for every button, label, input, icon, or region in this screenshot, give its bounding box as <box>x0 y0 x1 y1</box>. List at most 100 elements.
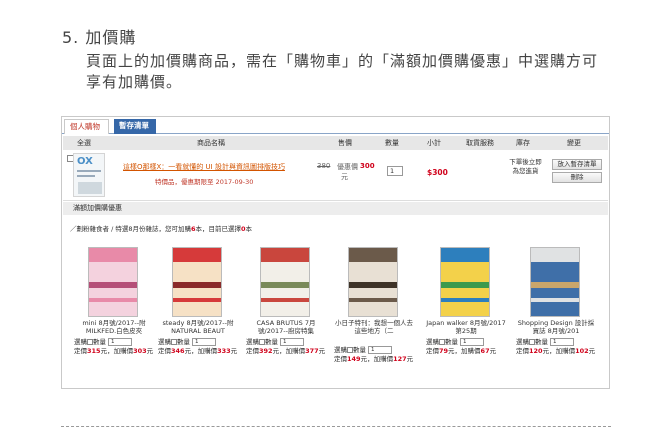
qty-label: 數量 <box>445 338 458 346</box>
addon-select-checkbox[interactable] <box>439 339 445 345</box>
cart-screenshot: 個人購物車 暫存清單 全選 商品名稱 售價 數量 小計 取貨服務 庫存 變更 O… <box>61 116 610 389</box>
step-description: 頁面上的加價購商品，需在「購物車」的「滿額加價購優惠」中選購方可享有加購價。 <box>86 52 599 91</box>
addon-price: 377 <box>305 347 319 355</box>
addon-price: 127 <box>393 355 407 363</box>
table-header: 全選 商品名稱 售價 數量 小計 取貨服務 庫存 變更 <box>63 136 608 150</box>
price-sale: 300 <box>360 162 375 170</box>
addon-qty-select[interactable]: 1 <box>550 338 574 346</box>
promo-info: ／劃粉雜食者 / 特選8月份雜誌，您可加購6本，目前已選擇0本 <box>70 223 252 233</box>
addon-select-checkbox[interactable] <box>171 339 177 345</box>
product-name-link[interactable]: 這樣O那樣X：一看就懂的 UI 設計與資訊圖排版技巧 <box>123 162 285 172</box>
select-label: 選購 <box>74 338 87 346</box>
delete-button[interactable]: 刪除 <box>552 172 602 183</box>
tab-hold-list[interactable]: 暫存清單 <box>114 119 156 134</box>
select-label: 選購 <box>246 338 259 346</box>
price-unit: 元 <box>272 347 280 355</box>
step-title: 5. 加價購 <box>62 28 137 47</box>
magazine-cover-image[interactable] <box>530 247 580 317</box>
tab-personal-cart[interactable]: 個人購物車 <box>64 119 109 145</box>
promo-section-title: 滿額加價購優惠 <box>63 202 608 215</box>
list-price: 149 <box>347 355 361 363</box>
qty-label: 數量 <box>535 338 548 346</box>
header-select-all[interactable]: 全選 <box>77 136 91 150</box>
magazine-cover-image[interactable] <box>172 247 222 317</box>
select-label: 選購 <box>334 346 347 354</box>
section-divider <box>61 426 611 427</box>
magazine-cover-image[interactable] <box>348 247 398 317</box>
addon-item-controls: 選購 數量 1 <box>158 336 238 346</box>
header-stock: 庫存 <box>516 139 530 147</box>
addon-price: 67 <box>480 347 490 355</box>
addon-price-unit: 元 <box>489 347 497 355</box>
qty-input[interactable]: 1 <box>387 166 403 176</box>
addon-select-checkbox[interactable] <box>259 339 265 345</box>
magazine-cover-image[interactable] <box>440 247 490 317</box>
promo-info-mid: 本，目前已選擇 <box>195 225 242 233</box>
list-price: 120 <box>529 347 543 355</box>
qty-label: 數量 <box>177 338 190 346</box>
addon-price-label: 加購價 <box>555 347 576 355</box>
list-price-label: 定價 <box>246 347 259 355</box>
addon-item-price: 定價120元，加購價102元 <box>516 347 596 355</box>
addon-price-unit: 元 <box>588 347 596 355</box>
header-product-name: 商品名稱 <box>197 139 225 147</box>
select-label: 選購 <box>516 338 529 346</box>
promo-info-prefix: ／劃粉雜食者 / 特選8月份雜誌，您可加購 <box>70 225 191 233</box>
addon-select-checkbox[interactable] <box>87 339 93 345</box>
addon-price-unit: 元 <box>230 347 238 355</box>
addon-item-price: 定價149元，加購價127元 <box>334 355 414 363</box>
list-price-label: 定價 <box>426 347 439 355</box>
addon-qty-select[interactable]: 1 <box>192 338 216 346</box>
addon-qty-select[interactable]: 1 <box>280 338 304 346</box>
price-sale-label: 優惠價 <box>337 163 358 171</box>
qty-label: 數量 <box>353 346 366 354</box>
addon-price-label: 加購價 <box>197 347 218 355</box>
addon-item-name[interactable]: CASA BRUTUS 7月號/2017--廚房特集 <box>246 319 326 335</box>
addon-item-controls: 選購 數量 1 <box>246 336 326 346</box>
addon-price: 102 <box>575 347 589 355</box>
addon-qty-select[interactable]: 1 <box>460 338 484 346</box>
header-qty: 數量 <box>385 139 399 147</box>
addon-item-controls: 選購 數量 1 <box>516 336 596 346</box>
cart-item-row: OX 這樣O那樣X：一看就懂的 UI 設計與資訊圖排版技巧 特價品，優惠期限至 … <box>63 151 608 201</box>
list-price-label: 定價 <box>74 347 87 355</box>
addon-price-label: 加購價 <box>461 347 481 355</box>
addon-item-controls: 選購 數量 1 <box>426 336 506 346</box>
list-price-label: 定價 <box>158 347 171 355</box>
list-price-label: 定價 <box>334 355 347 363</box>
list-price: 79 <box>439 347 449 355</box>
addon-item-price: 定價315元，加購價303元 <box>74 347 154 355</box>
header-price: 售價 <box>338 139 352 147</box>
move-to-hold-button[interactable]: 放入暫存清單 <box>552 159 602 170</box>
magazine-cover-image[interactable] <box>88 247 138 317</box>
addon-price: 333 <box>217 347 231 355</box>
addon-item-name[interactable]: Shopping Design 設計採買誌 8月號/201 <box>516 319 596 335</box>
addon-qty-select[interactable]: 1 <box>368 346 392 354</box>
addon-item-name[interactable]: mini 8月號/2017--附MILKFED.白色皮夾 <box>74 319 154 335</box>
price-unit: 元 <box>448 347 455 355</box>
addon-item-name[interactable]: steady 8月號/2017--附NATURAL BEAUT <box>158 319 238 335</box>
magazine-cover-image[interactable] <box>260 247 310 317</box>
qty-label: 數量 <box>265 338 278 346</box>
product-promo-note: 特價品，優惠期限至 2017-09-30 <box>155 178 254 186</box>
addon-price-unit: 元 <box>406 355 414 363</box>
addon-item-price: 定價79元，加購價67元 <box>426 347 497 355</box>
addon-item-name[interactable]: Japan walker 8月號/2017 第25期 <box>426 319 506 335</box>
subtotal-value: $300 <box>427 168 448 177</box>
addon-item-price: 定價392元，加購價377元 <box>246 347 326 355</box>
addon-price: 303 <box>133 347 147 355</box>
price-unit: 元 <box>360 355 368 363</box>
addon-qty-select[interactable]: 1 <box>108 338 132 346</box>
addon-select-checkbox[interactable] <box>347 347 353 353</box>
addon-select-checkbox[interactable] <box>529 339 535 345</box>
list-price-label: 定價 <box>516 347 529 355</box>
select-label: 選購 <box>426 338 439 346</box>
addon-item-name[interactable]: 小日子特刊：我想一個人去這些地方（二 <box>334 319 414 335</box>
select-label: 選購 <box>158 338 171 346</box>
list-price: 346 <box>171 347 185 355</box>
header-change: 變更 <box>567 139 581 147</box>
product-thumbnail[interactable]: OX <box>73 153 105 197</box>
promo-info-suffix: 本 <box>245 225 253 233</box>
price-unit: 元 <box>184 347 192 355</box>
addon-item-controls: 選購 數量 1 <box>74 336 154 346</box>
